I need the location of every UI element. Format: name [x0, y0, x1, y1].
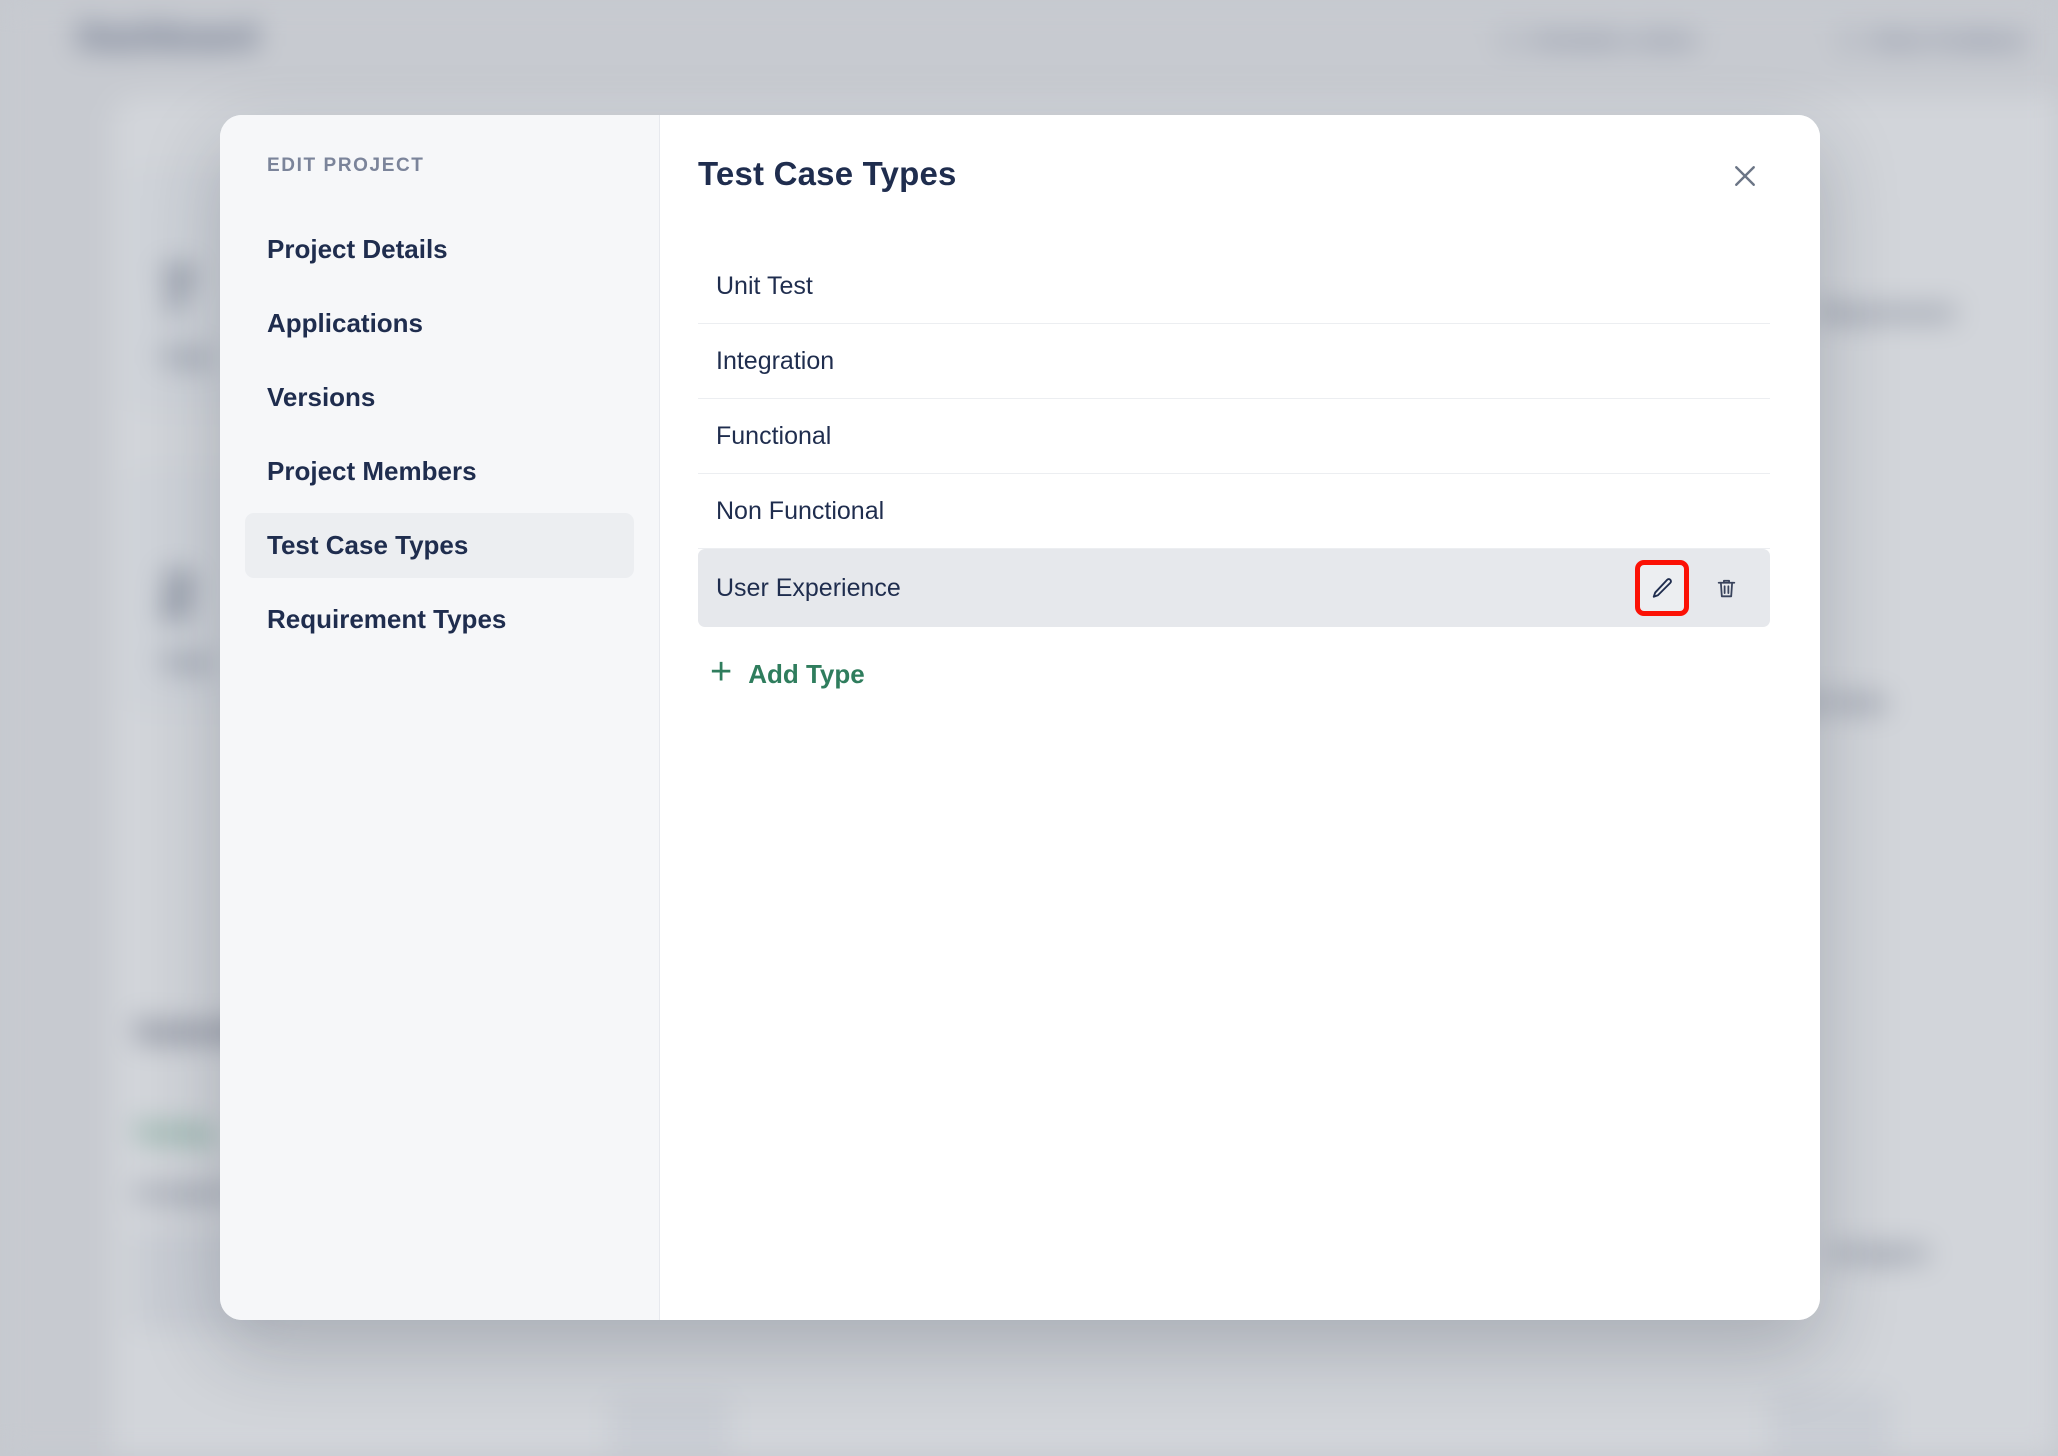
backdrop-stat-label-1: Total [160, 345, 211, 370]
modal-sidebar: EDIT PROJECT Project Details Application… [220, 115, 660, 1320]
sidebar-kicker: EDIT PROJECT [267, 155, 425, 176]
backdrop-schedule-demo-label: Schedule a demo [1532, 30, 1697, 52]
list-item[interactable]: Non Functional [698, 474, 1770, 549]
backdrop-stat-value-1: 7 [160, 256, 195, 325]
sidebar-item-project-details[interactable]: Project Details [245, 217, 634, 282]
backdrop-bottom-chip-2 [1770, 1390, 1890, 1456]
type-name: Integration [716, 346, 835, 375]
backdrop-requirement-label: Requirement [1820, 300, 1955, 325]
page-title: Test Case Types [698, 155, 957, 192]
backdrop-bottom-chip-1 [610, 1395, 730, 1456]
backdrop-stat-value-2: 2 [160, 561, 195, 630]
add-type-button[interactable]: + Add Type [710, 653, 865, 691]
row-actions [1635, 549, 1748, 627]
pencil-edit-icon[interactable] [1635, 560, 1689, 616]
sidebar-item-test-case-types[interactable]: Test Case Types [245, 513, 634, 578]
feedback-icon [1840, 31, 1860, 51]
sidebar-nav: Project Details Applications Versions Pr… [245, 217, 634, 652]
calendar-icon [1500, 31, 1520, 51]
add-type-label: Add Type [748, 658, 865, 689]
backdrop-schedule-demo-action: Schedule a demo [1500, 30, 1697, 53]
trash-delete-icon[interactable] [1704, 565, 1748, 611]
type-name: User Experience [716, 573, 901, 602]
type-name: Non Functional [716, 496, 885, 525]
test-case-type-list: Unit Test Integration Functional Non Fun… [698, 249, 1770, 627]
backdrop-status-label: Testing [135, 1120, 212, 1145]
modal-main-pane: Test Case Types Unit Test Integration Fu… [660, 115, 1820, 1320]
backdrop-page-title: Dashboard [78, 18, 258, 56]
backdrop-stat-label-2: Total [160, 650, 211, 675]
list-item[interactable]: Integration [698, 324, 1770, 399]
backdrop-share-feedback-label: Share Feedback [1872, 30, 2026, 52]
type-name: Unit Test [716, 271, 813, 300]
edit-project-modal: EDIT PROJECT Project Details Application… [220, 115, 1820, 1320]
close-icon[interactable] [1724, 155, 1766, 197]
sidebar-item-requirement-types[interactable]: Requirement Types [245, 587, 634, 652]
backdrop-assignee-label: Assignee [1830, 1240, 1928, 1265]
list-item-selected[interactable]: User Experience [698, 549, 1770, 627]
sidebar-item-project-members[interactable]: Project Members [245, 439, 634, 504]
plus-icon: + [710, 651, 733, 693]
sidebar-item-versions[interactable]: Versions [245, 365, 634, 430]
list-item[interactable]: Functional [698, 399, 1770, 474]
type-name: Functional [716, 421, 832, 450]
list-item[interactable]: Unit Test [698, 249, 1770, 324]
modal-header: Test Case Types [698, 155, 1770, 197]
backdrop-share-feedback-action: Share Feedback [1840, 30, 2025, 53]
sidebar-item-applications[interactable]: Applications [245, 291, 634, 356]
